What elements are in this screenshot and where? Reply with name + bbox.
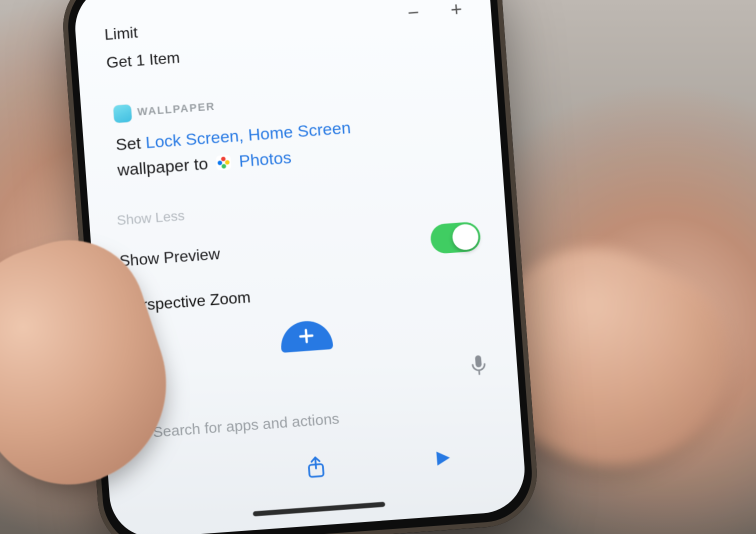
show-less-button[interactable]: Show Less (116, 186, 477, 228)
dictation-button[interactable] (470, 354, 488, 382)
perspective-zoom-row: Perspective Zoom (122, 272, 485, 316)
show-preview-toggle[interactable] (430, 221, 482, 254)
shortcuts-editor: Limit − + Get 1 Item WALLPAPER Set (76, 0, 527, 534)
add-action-button[interactable] (279, 319, 333, 353)
photos-app-icon (216, 155, 232, 171)
plus-icon[interactable]: + (450, 0, 463, 20)
mic-icon (470, 354, 488, 377)
get-item-label: Get 1 Item (106, 50, 181, 73)
search-placeholder: Search for apps and actions (152, 411, 340, 442)
action-app-label: WALLPAPER (137, 101, 216, 118)
quantity-stepper[interactable]: − + (407, 0, 463, 23)
bottom-toolbar (107, 440, 524, 495)
play-icon (433, 449, 452, 468)
share-button[interactable] (293, 454, 339, 481)
run-button[interactable] (420, 448, 465, 469)
set-word: Set (115, 134, 141, 154)
iphone-screen: Limit − + Get 1 Item WALLPAPER Set (72, 0, 527, 534)
wallpaper-target-link[interactable]: Lock Screen, Home Screen (145, 119, 351, 153)
show-preview-row: Show Preview (119, 221, 482, 277)
home-indicator[interactable] (253, 502, 385, 517)
set-wallpaper-action[interactable]: WALLPAPER Set Lock Screen, Home Screen w… (109, 74, 475, 193)
photo-scene: Limit − + Get 1 Item WALLPAPER Set (0, 0, 756, 534)
wallpaper-source-link[interactable]: Photos (238, 149, 292, 171)
share-icon (305, 455, 327, 480)
toolbar-slot-left (167, 475, 211, 478)
show-preview-label: Show Preview (119, 246, 221, 271)
wallpaper-to-text: wallpaper to (117, 155, 209, 180)
wallpaper-app-icon (113, 104, 132, 123)
search-field[interactable]: Search for apps and actions (130, 399, 494, 443)
plus-circle-icon (296, 325, 317, 346)
minus-icon[interactable]: − (407, 3, 420, 23)
